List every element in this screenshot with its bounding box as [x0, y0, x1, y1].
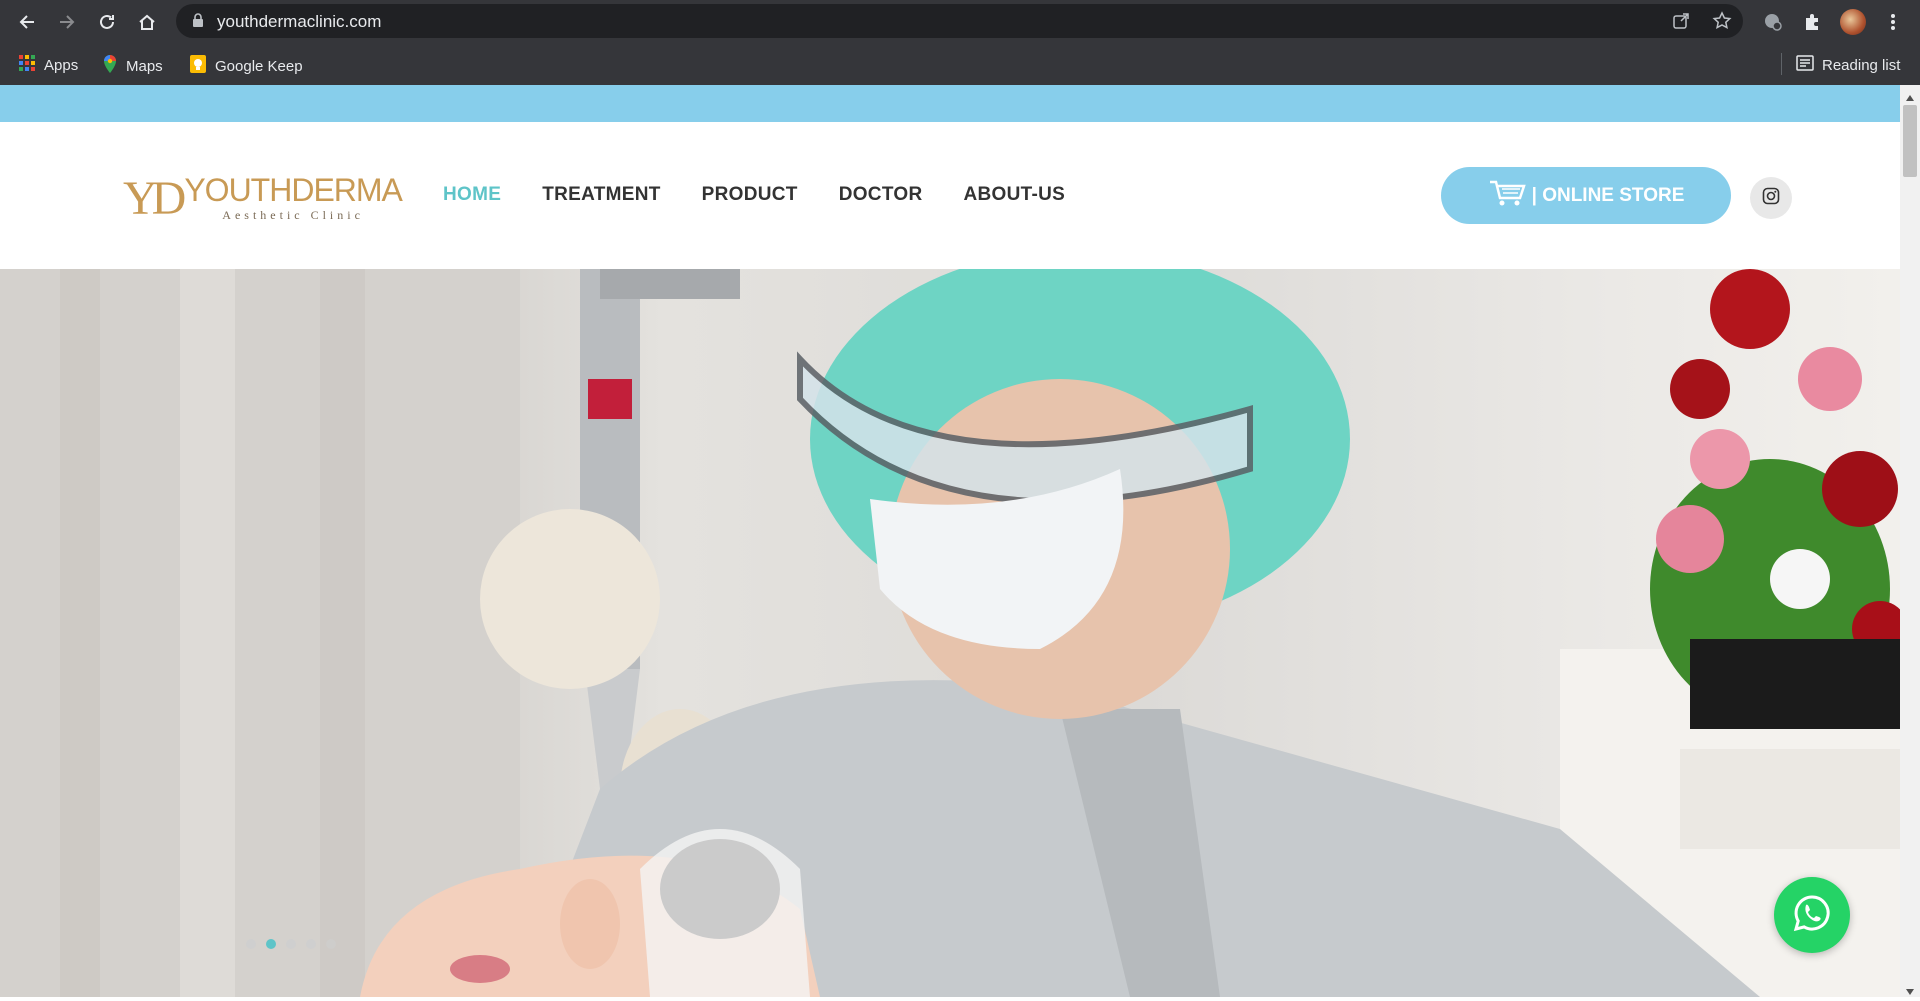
whatsapp-icon [1792, 893, 1832, 938]
logo-main-text: YOUTHDERMA [184, 172, 403, 208]
nav-treatment[interactable]: TREATMENT [542, 184, 660, 206]
back-icon[interactable] [14, 9, 40, 35]
whatsapp-button[interactable] [1774, 877, 1850, 953]
slider-dot[interactable] [286, 939, 296, 949]
online-store-label: | ONLINE STORE [1531, 184, 1685, 206]
bookmark-star-icon[interactable] [1712, 11, 1732, 36]
nav-home[interactable]: HOME [443, 184, 501, 206]
online-store-button[interactable]: | ONLINE STORE [1441, 167, 1731, 224]
bookmark-google-keep[interactable]: Google Keep [189, 54, 303, 78]
bookmarks-divider [1781, 53, 1782, 75]
bookmark-label: Apps [44, 56, 79, 74]
nav-about-us[interactable]: ABOUT-US [964, 184, 1066, 206]
reading-list-button[interactable]: Reading list [1796, 54, 1900, 76]
bookmark-apps[interactable]: Apps [18, 54, 78, 76]
hero-photo-laser-treatment [0, 269, 1900, 997]
slider-dot[interactable] [246, 939, 256, 949]
instagram-button[interactable] [1750, 177, 1792, 219]
keep-icon [189, 54, 207, 78]
scroll-down-arrow-icon[interactable] [1905, 983, 1915, 1001]
instagram-icon [1762, 187, 1780, 210]
logo-mark: YD [123, 171, 186, 225]
extension-icon[interactable] [1760, 9, 1786, 35]
slider-dot[interactable] [306, 939, 316, 949]
page-scrollbar[interactable] [1900, 85, 1920, 997]
browser-toolbar: youthdermaclinic.com [0, 0, 1920, 43]
puzzle-icon[interactable] [1800, 9, 1826, 35]
share-icon[interactable] [1672, 12, 1690, 35]
maps-pin-icon [102, 54, 118, 78]
site-logo[interactable]: YD YOUTHDERMA Aesthetic Clinic [123, 171, 403, 225]
logo-sub-text: Aesthetic Clinic [222, 208, 364, 222]
scrollbar-thumb[interactable] [1903, 105, 1917, 177]
address-bar[interactable]: youthdermaclinic.com [176, 4, 1743, 38]
slider-dots [246, 939, 336, 949]
shopping-cart-icon [1488, 179, 1526, 213]
bookmark-label: Maps [126, 57, 163, 75]
url-text: youthdermaclinic.com [217, 12, 382, 31]
forward-icon[interactable] [54, 9, 80, 35]
nav-doctor[interactable]: DOCTOR [839, 184, 923, 206]
lock-icon [192, 13, 204, 33]
bookmark-label: Google Keep [215, 57, 303, 75]
bookmarks-bar: Apps Maps Google Keep Reading list [0, 43, 1920, 86]
reading-list-label: Reading list [1822, 56, 1901, 74]
bookmark-maps[interactable]: Maps [102, 54, 163, 78]
nav-product[interactable]: PRODUCT [702, 184, 798, 206]
kebab-menu-icon[interactable] [1880, 9, 1906, 35]
page-viewport: YD YOUTHDERMA Aesthetic Clinic HOME TREA… [0, 85, 1900, 997]
apps-grid-icon [18, 54, 36, 76]
slider-dot-active[interactable] [266, 939, 276, 949]
reading-list-icon [1796, 54, 1814, 76]
profile-avatar-icon[interactable] [1840, 9, 1866, 35]
home-icon[interactable] [134, 9, 160, 35]
reload-icon[interactable] [94, 9, 120, 35]
top-color-band [0, 85, 1900, 122]
hero-slider[interactable] [0, 269, 1900, 997]
slider-dot[interactable] [326, 939, 336, 949]
main-nav: HOME TREATMENT PRODUCT DOCTOR ABOUT-US [443, 184, 1106, 206]
site-header: YD YOUTHDERMA Aesthetic Clinic HOME TREA… [0, 122, 1900, 269]
